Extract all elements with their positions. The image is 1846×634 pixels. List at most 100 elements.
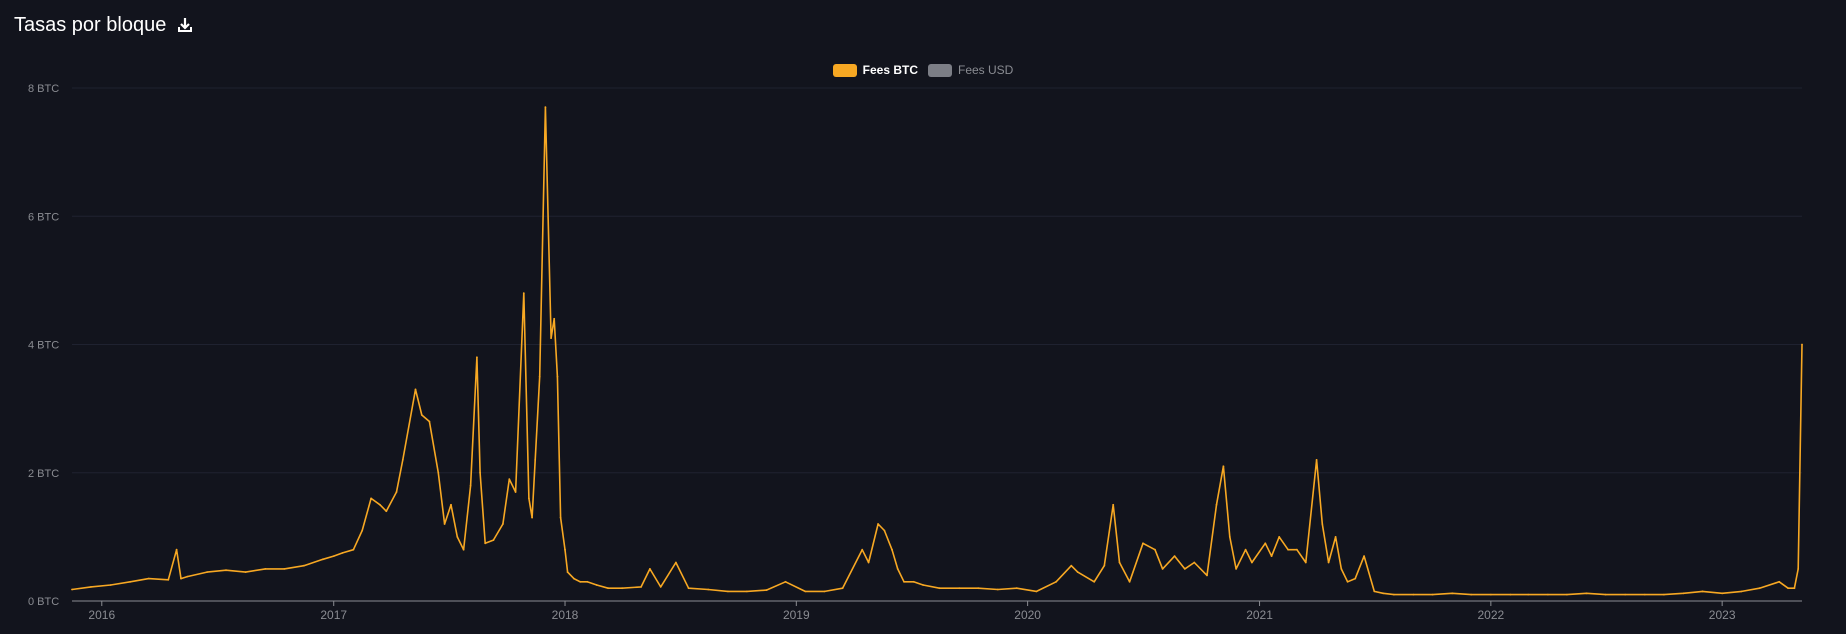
y-tick-label: 0 BTC — [28, 596, 59, 608]
data-point — [283, 568, 286, 570]
data-point — [1547, 593, 1549, 596]
data-point — [1470, 593, 1473, 596]
data-point — [1251, 561, 1253, 564]
data-point — [1509, 593, 1512, 596]
data-point — [1490, 593, 1492, 596]
data-point — [167, 578, 170, 581]
data-point — [1604, 593, 1607, 596]
data-point — [550, 337, 552, 339]
data-point — [147, 577, 150, 580]
data-point — [1682, 592, 1685, 595]
data-point — [322, 558, 324, 561]
x-tick-label: 2023 — [1709, 608, 1736, 622]
series-line-fees-btc — [71, 106, 1803, 596]
x-tick-label: 2020 — [1014, 608, 1041, 622]
data-point — [1321, 523, 1324, 525]
data-point — [180, 577, 182, 580]
data-point — [1070, 564, 1073, 567]
x-tick-label: 2016 — [88, 608, 115, 622]
data-point — [1787, 587, 1789, 590]
data-point — [332, 555, 335, 557]
data-point — [607, 587, 609, 590]
data-point — [1173, 555, 1176, 557]
data-point — [303, 564, 305, 567]
data-point — [659, 586, 662, 588]
data-point — [395, 491, 398, 493]
data-point — [514, 491, 517, 493]
data-point — [1035, 590, 1038, 593]
data-point — [469, 484, 472, 487]
data-point — [640, 586, 642, 588]
data-point — [1354, 577, 1357, 580]
y-tick-label: 4 BTC — [28, 340, 59, 352]
data-point — [1412, 593, 1415, 596]
data-point — [1327, 561, 1330, 564]
data-point — [90, 586, 92, 588]
data-point — [1142, 542, 1144, 545]
data-point — [1566, 593, 1568, 596]
data-point — [1206, 574, 1208, 577]
data-point — [401, 459, 404, 461]
data-point — [823, 590, 826, 593]
data-point — [1055, 580, 1057, 583]
data-point — [564, 548, 566, 551]
x-tick-label: 2018 — [552, 608, 579, 622]
data-point — [1076, 571, 1079, 573]
data-point — [428, 420, 431, 423]
data-point — [1793, 587, 1796, 590]
data-point — [1228, 536, 1231, 538]
data-point — [903, 580, 905, 583]
data-point — [1624, 593, 1627, 596]
data-point — [1363, 555, 1365, 557]
data-point — [1373, 590, 1376, 593]
data-point — [1264, 542, 1267, 545]
data-point — [1527, 593, 1530, 596]
data-point — [71, 588, 73, 591]
data-point — [492, 539, 495, 541]
data-point — [1215, 503, 1218, 506]
data-point — [1287, 548, 1289, 551]
data-point — [1118, 561, 1121, 564]
data-point — [1193, 561, 1196, 564]
y-tick-label: 6 BTC — [28, 211, 59, 223]
data-point — [746, 590, 748, 593]
data-point — [528, 497, 530, 500]
data-point — [675, 561, 677, 564]
data-point — [556, 375, 559, 378]
data-point — [1161, 568, 1164, 570]
data-point — [175, 548, 178, 551]
data-point — [1278, 536, 1281, 538]
data-point — [727, 590, 729, 593]
data-point — [244, 571, 247, 573]
data-point — [370, 497, 372, 500]
data-point — [804, 590, 807, 593]
data-point — [586, 580, 589, 583]
data-point — [687, 587, 690, 590]
data-point — [352, 548, 355, 551]
data-point — [1431, 593, 1434, 596]
data-point — [1235, 568, 1237, 570]
data-point — [1701, 590, 1704, 593]
data-point — [420, 414, 423, 416]
data-point — [1801, 343, 1803, 346]
data-point — [938, 587, 941, 590]
data-point — [1183, 568, 1186, 570]
data-point — [1797, 568, 1800, 570]
data-point — [508, 478, 511, 481]
data-point — [341, 552, 344, 554]
data-point — [361, 529, 364, 532]
data-point — [891, 548, 893, 551]
data-point — [1382, 592, 1384, 595]
data-point — [559, 516, 562, 519]
data-point — [186, 575, 189, 578]
data-point — [225, 569, 227, 572]
data-point — [1128, 580, 1131, 583]
data-point — [883, 529, 886, 532]
data-point — [531, 516, 533, 519]
data-point — [450, 503, 452, 506]
data-point — [1346, 580, 1349, 583]
data-point — [621, 587, 623, 590]
data-point — [1103, 564, 1106, 567]
data-point — [841, 587, 844, 590]
data-point — [996, 588, 999, 591]
